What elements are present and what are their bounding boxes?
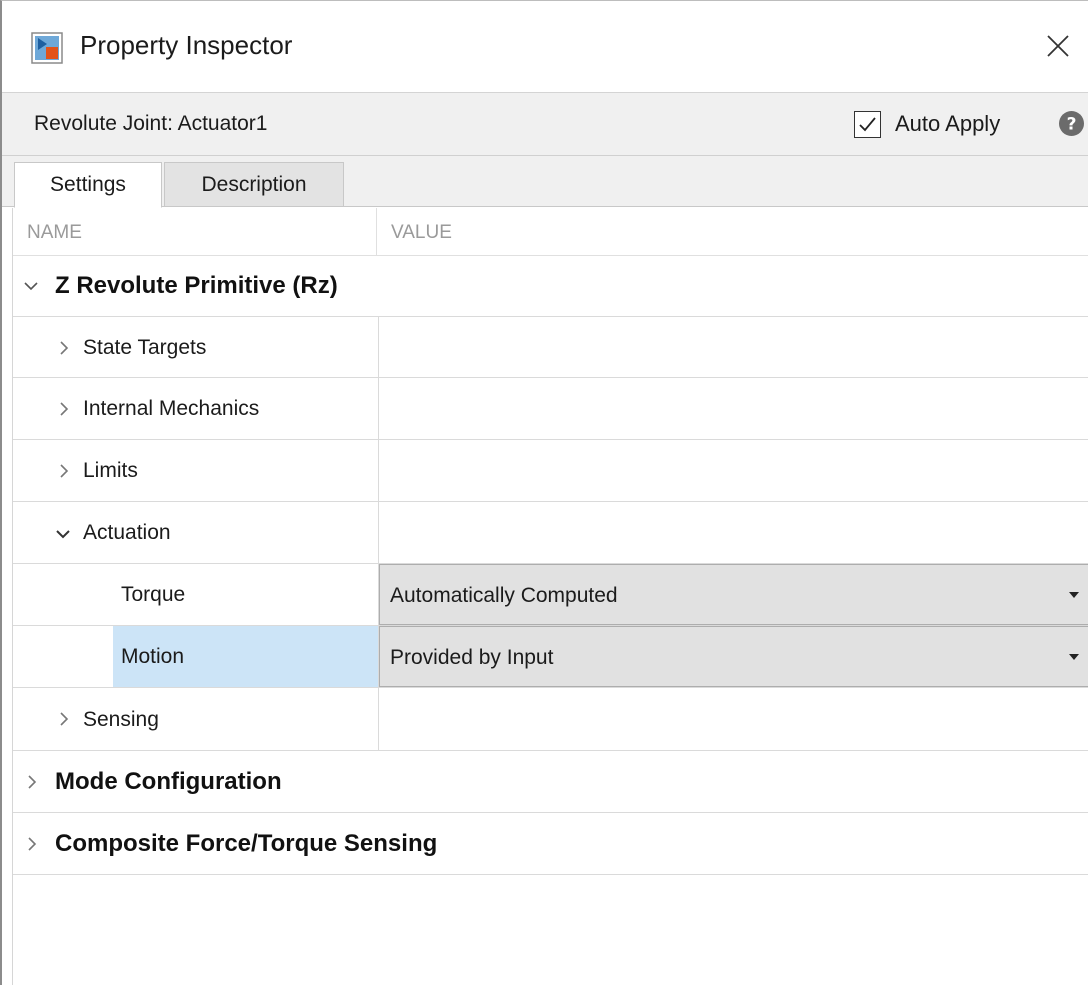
torque-dropdown[interactable]: Automatically Computed (379, 564, 1088, 625)
name-cell: Motion (13, 626, 379, 687)
auto-apply-checkbox[interactable]: Auto Apply (854, 109, 1000, 139)
value-cell: Automatically Computed (379, 564, 1088, 625)
value-cell (379, 317, 1088, 377)
row-label: State Targets (83, 336, 207, 359)
table-row[interactable]: Internal Mechanics (13, 378, 1088, 440)
chevron-right-icon[interactable] (27, 836, 37, 852)
title-bar: Property Inspector (2, 1, 1088, 93)
dropdown-arrow-icon (1069, 592, 1079, 598)
section-row[interactable]: Mode Configuration (13, 751, 1088, 813)
dropdown-value: Automatically Computed (390, 584, 618, 607)
auto-apply-label: Auto Apply (895, 111, 1001, 136)
name-cell: Limits (13, 440, 379, 501)
row-gutter (13, 688, 47, 750)
checkmark-icon (859, 116, 876, 131)
value-cell (379, 378, 1088, 439)
column-divider[interactable] (376, 208, 377, 256)
section-row[interactable]: Composite Force/Torque Sensing (13, 813, 1088, 875)
name-cell: Internal Mechanics (13, 378, 379, 439)
chevron-down-icon[interactable] (23, 280, 39, 292)
row-gutter (13, 626, 47, 687)
dropdown-arrow-icon (1069, 654, 1079, 660)
svg-text:?: ? (1067, 115, 1077, 135)
column-header: NAME VALUE (13, 208, 1088, 256)
section-label: Mode Configuration (55, 768, 282, 795)
value-cell (379, 688, 1088, 750)
value-cell: Provided by Input (379, 626, 1088, 687)
table-row[interactable]: Torque Automatically Computed (13, 564, 1088, 626)
motion-dropdown[interactable]: Provided by Input (379, 626, 1088, 687)
column-name-header: NAME (27, 222, 82, 243)
row-gutter (13, 502, 47, 563)
section-label: Composite Force/Torque Sensing (55, 830, 438, 857)
table-row[interactable]: Sensing (13, 688, 1088, 751)
name-cell: Torque (13, 564, 379, 625)
chevron-right-icon[interactable] (27, 774, 37, 790)
row-gutter (13, 317, 47, 377)
close-icon[interactable] (1038, 27, 1078, 67)
value-cell (379, 502, 1088, 563)
name-cell: State Targets (13, 317, 379, 377)
row-gutter (13, 564, 47, 625)
block-header: Revolute Joint: Actuator1 Auto Apply ? (2, 93, 1088, 156)
chevron-down-icon[interactable] (55, 528, 71, 540)
chevron-right-icon[interactable] (59, 711, 69, 727)
name-cell: Sensing (13, 688, 379, 750)
row-label: Torque (121, 583, 186, 606)
section-row[interactable]: Z Revolute Primitive (Rz) (13, 256, 1088, 317)
checkbox-box[interactable] (854, 110, 881, 138)
help-icon[interactable]: ? (1058, 110, 1085, 137)
chevron-right-icon[interactable] (59, 340, 69, 356)
block-name: Revolute Joint: Actuator1 (34, 112, 268, 135)
row-label: Actuation (83, 521, 171, 544)
tab-settings[interactable]: Settings (14, 162, 162, 208)
tab-bar: Settings Description (2, 156, 1088, 208)
row-gutter (13, 378, 47, 439)
dropdown-value: Provided by Input (390, 646, 554, 669)
property-inspector-window: Property Inspector Revolute Joint: Actua… (0, 0, 1088, 985)
table-row[interactable]: State Targets (13, 317, 1088, 378)
row-label: Limits (83, 459, 138, 482)
column-value-header: VALUE (391, 222, 452, 243)
property-inspector-icon (31, 32, 63, 64)
row-gutter (13, 440, 47, 501)
table-row[interactable]: Motion Provided by Input (13, 626, 1088, 688)
row-label: Motion (121, 645, 185, 668)
window-title: Property Inspector (80, 30, 293, 60)
section-label: Z Revolute Primitive (Rz) (55, 272, 338, 299)
value-cell (379, 440, 1088, 501)
name-cell: Actuation (13, 502, 379, 563)
table-row[interactable]: Actuation (13, 502, 1088, 564)
property-table: NAME VALUE Z Revolute Primitive (Rz) Sta… (12, 208, 1088, 985)
table-row[interactable]: Limits (13, 440, 1088, 502)
row-label: Internal Mechanics (83, 397, 260, 420)
chevron-right-icon[interactable] (59, 401, 69, 417)
row-label: Sensing (83, 708, 159, 731)
tab-description[interactable]: Description (164, 162, 344, 207)
chevron-right-icon[interactable] (59, 463, 69, 479)
